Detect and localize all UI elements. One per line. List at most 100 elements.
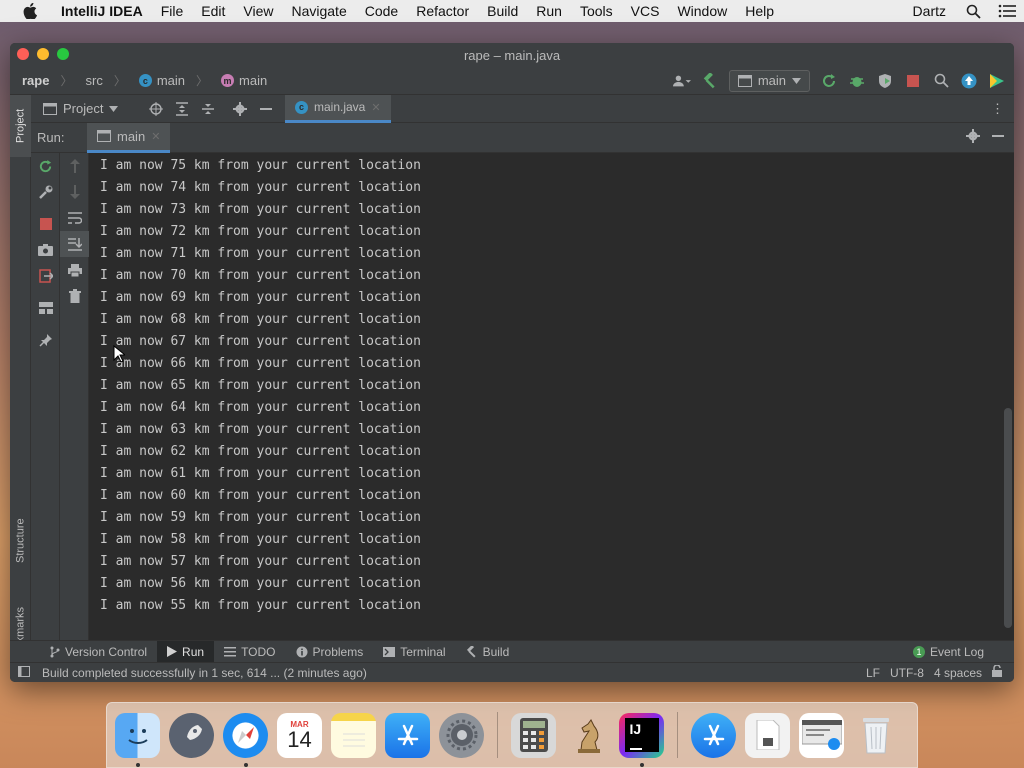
app-store-downloads-icon[interactable] <box>691 712 736 758</box>
coverage-shield-icon[interactable] <box>876 72 894 90</box>
documents-folder-icon[interactable] <box>745 712 790 758</box>
menu-help[interactable]: Help <box>736 0 783 22</box>
stop-icon[interactable] <box>904 72 922 90</box>
encoding-indicator[interactable]: UTF-8 <box>890 666 924 680</box>
hide-panel-icon[interactable] <box>253 95 279 123</box>
rerun-icon[interactable] <box>31 153 60 179</box>
menu-view[interactable]: View <box>234 0 282 22</box>
notification-center-icon[interactable] <box>990 0 1024 22</box>
tab-problems[interactable]: Problems <box>286 641 374 663</box>
tab-run-label: Run <box>182 644 205 659</box>
console-scrollbar[interactable] <box>1002 153 1014 660</box>
list-icon <box>224 646 237 656</box>
close-tab-icon[interactable]: ✕ <box>371 101 380 114</box>
console-output[interactable]: I am now 75 km from your current locatio… <box>89 153 1014 660</box>
add-user-icon[interactable] <box>672 72 691 90</box>
console-line: I am now 55 km from your current locatio… <box>100 598 421 613</box>
structure-tool-tab[interactable]: Structure <box>10 505 31 577</box>
tab-event-log[interactable]: 1 Event Log <box>912 645 1014 659</box>
tab-build[interactable]: Build <box>456 641 520 663</box>
breadcrumb-src[interactable]: src <box>85 73 102 88</box>
expand-all-icon[interactable] <box>169 95 195 123</box>
menubar-user-label[interactable]: Dartz <box>903 0 956 22</box>
menu-tools[interactable]: Tools <box>571 0 622 22</box>
indent-indicator[interactable]: 4 spaces <box>934 666 982 680</box>
menu-vcs[interactable]: VCS <box>622 0 669 22</box>
run-configuration-select[interactable]: main <box>728 69 810 92</box>
hide-panel-icon[interactable] <box>992 129 1004 146</box>
pin-icon[interactable] <box>31 327 60 353</box>
tab-todo[interactable]: TODO <box>214 641 285 663</box>
window-titlebar[interactable]: rape – main.java <box>10 43 1014 67</box>
camera-icon[interactable] <box>31 237 60 263</box>
menu-app-name[interactable]: IntelliJ IDEA <box>52 0 152 22</box>
run-configuration-label: main <box>757 73 786 88</box>
menu-build[interactable]: Build <box>478 0 527 22</box>
toggle-tool-windows-icon[interactable] <box>18 665 30 680</box>
collapse-all-icon[interactable] <box>195 95 221 123</box>
stop-icon[interactable] <box>31 211 60 237</box>
layout-icon[interactable] <box>31 295 60 321</box>
tab-terminal[interactable]: Terminal <box>373 641 455 663</box>
locate-target-icon[interactable] <box>143 95 169 123</box>
spotlight-search-icon[interactable] <box>956 0 990 22</box>
menu-run[interactable]: Run <box>527 0 571 22</box>
arrow-up-icon[interactable] <box>60 153 89 179</box>
settings-gear-icon[interactable] <box>966 129 980 146</box>
arrow-down-icon[interactable] <box>60 179 89 205</box>
intellij-idea-icon[interactable]: IJ <box>619 712 664 767</box>
close-tab-icon[interactable]: ✕ <box>151 130 160 143</box>
line-separator-indicator[interactable]: LF <box>866 666 880 680</box>
menu-code[interactable]: Code <box>356 0 407 22</box>
project-view-select[interactable]: Project <box>31 101 143 116</box>
close-window-button[interactable] <box>17 48 29 60</box>
calculator-icon[interactable] <box>511 712 556 758</box>
run-tab-main[interactable]: main ✕ <box>87 122 171 153</box>
exit-icon[interactable] <box>31 263 60 289</box>
zoom-window-button[interactable] <box>57 48 69 60</box>
jetbrains-toolbox-icon[interactable] <box>988 72 1006 90</box>
menu-file[interactable]: File <box>152 0 193 22</box>
tab-run[interactable]: Run <box>157 640 215 663</box>
terminal-icon <box>383 646 396 657</box>
minimize-window-button[interactable] <box>37 48 49 60</box>
wrench-icon[interactable] <box>31 179 60 205</box>
calendar-icon[interactable]: MAR 14 <box>277 712 322 758</box>
launchpad-rocket-icon[interactable] <box>169 712 214 758</box>
status-bar: Build completed successfully in 1 sec, 6… <box>10 662 1014 682</box>
tab-version-control[interactable]: Version Control <box>40 641 157 663</box>
notes-icon[interactable] <box>331 712 376 758</box>
search-everywhere-icon[interactable] <box>932 72 950 90</box>
soft-wrap-icon[interactable] <box>60 205 89 231</box>
chess-knight-icon[interactable] <box>565 713 610 758</box>
app-store-icon[interactable] <box>385 712 430 758</box>
editor-tab-main-java[interactable]: c main.java ✕ <box>285 94 391 123</box>
breadcrumb-project[interactable]: rape <box>22 73 49 88</box>
unlock-icon[interactable] <box>992 664 1002 680</box>
print-icon[interactable] <box>60 257 89 283</box>
project-tool-tab[interactable]: Project <box>10 95 31 157</box>
breadcrumb-method[interactable]: main <box>239 73 267 88</box>
trash-bin-icon[interactable] <box>853 713 898 758</box>
menu-refactor[interactable]: Refactor <box>407 0 478 22</box>
apple-icon[interactable] <box>20 0 40 22</box>
menu-edit[interactable]: Edit <box>192 0 234 22</box>
console-scrollbar-thumb[interactable] <box>1004 408 1012 628</box>
menu-navigate[interactable]: Navigate <box>282 0 355 22</box>
more-options-icon[interactable]: ⋮ <box>991 101 1014 117</box>
menu-window[interactable]: Window <box>668 0 736 22</box>
build-hammer-icon[interactable] <box>701 72 719 90</box>
dock-separator <box>497 712 498 758</box>
system-preferences-gear-icon[interactable] <box>439 712 484 758</box>
debug-bug-icon[interactable] <box>848 72 866 90</box>
rerun-icon[interactable] <box>820 72 838 90</box>
breadcrumb-class[interactable]: main <box>157 73 185 88</box>
update-arrow-icon[interactable] <box>960 72 978 90</box>
safari-compass-icon[interactable] <box>223 712 268 767</box>
screenshot-preview-icon[interactable] <box>799 712 844 758</box>
finder-icon[interactable] <box>115 712 160 767</box>
scroll-to-end-icon[interactable] <box>60 231 89 257</box>
settings-gear-icon[interactable] <box>227 95 253 123</box>
trash-icon[interactable] <box>60 283 89 309</box>
status-message[interactable]: Build completed successfully in 1 sec, 6… <box>42 666 367 680</box>
